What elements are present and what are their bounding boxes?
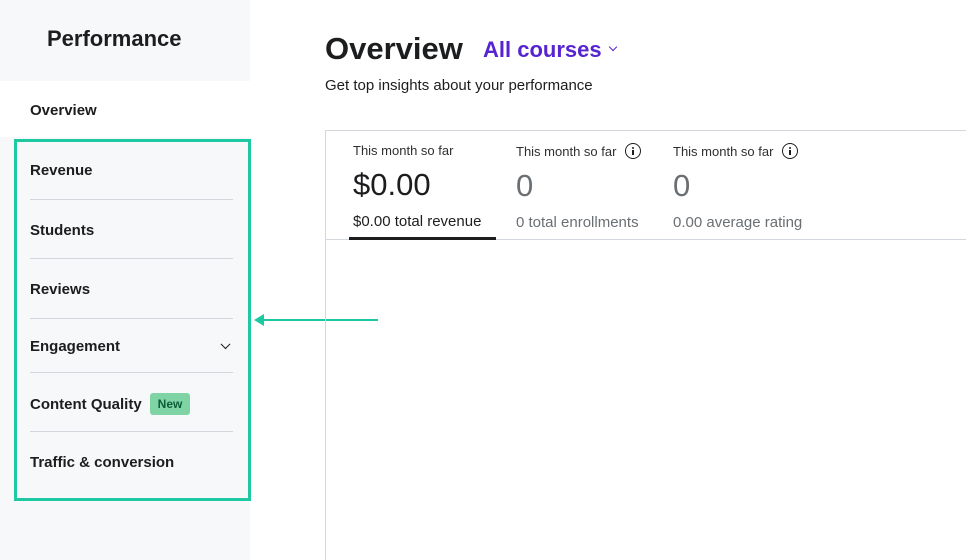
- stat-label: This month so far: [516, 143, 617, 159]
- page-subtitle: Get top insights about your performance: [325, 77, 593, 94]
- active-tab-indicator: [349, 237, 496, 240]
- stat-label: This month so far: [353, 143, 454, 158]
- stat-tab-enrollments[interactable]: This month so far 0 0 total enrollments: [516, 143, 642, 231]
- stat-label-row: This month so far: [673, 143, 802, 159]
- chevron-down-icon: [608, 42, 617, 52]
- sidebar-item-overview[interactable]: Overview: [0, 81, 250, 137]
- page-title: Overview: [325, 31, 463, 66]
- sidebar-item-label: Overview: [30, 102, 97, 119]
- stat-tab-revenue[interactable]: This month so far $0.00 $0.00 total reve…: [353, 143, 481, 230]
- stat-value: 0: [673, 168, 691, 203]
- stat-sub: $0.00 total revenue: [353, 213, 482, 230]
- highlight-box: [14, 139, 251, 501]
- stat-value: $0.00: [353, 167, 431, 202]
- info-icon[interactable]: [625, 143, 642, 159]
- course-filter-label: All courses: [483, 37, 602, 62]
- stat-sub: 0 total enrollments: [516, 214, 639, 231]
- stat-label-row: This month so far: [516, 143, 642, 159]
- course-filter-dropdown[interactable]: All courses: [483, 37, 617, 63]
- sidebar-title: Performance: [47, 26, 182, 51]
- info-icon[interactable]: [782, 143, 799, 159]
- stat-value: 0: [516, 168, 534, 203]
- stat-tab-rating[interactable]: This month so far 0 0.00 average rating: [673, 143, 802, 231]
- stat-label: This month so far: [673, 143, 774, 159]
- stat-sub: 0.00 average rating: [673, 214, 803, 231]
